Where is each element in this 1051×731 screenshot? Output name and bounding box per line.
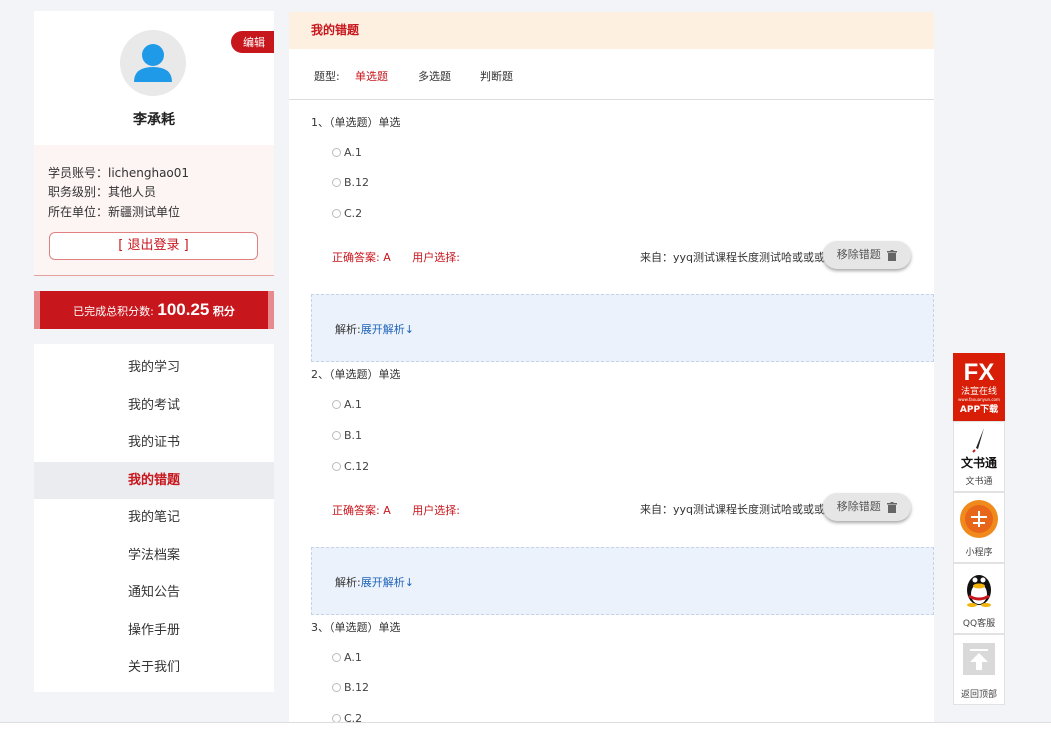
option-item[interactable]: A.1: [332, 146, 362, 159]
radio-icon[interactable]: [332, 652, 341, 662]
option-item[interactable]: B.1: [332, 429, 362, 442]
menu-item-manual[interactable]: 操作手册: [34, 612, 274, 650]
profile-card: 编辑 李承耗: [34, 11, 274, 145]
answer-row: 正确答案: A 用户选择:: [332, 249, 460, 265]
wenshu-logo: 文书通: [960, 456, 997, 470]
float-toolbar: FX 法宣在线 www.faxuanyun.com APP下载 文书通 文书通 …: [953, 353, 1005, 705]
menu-item-study[interactable]: 我的学习: [34, 349, 274, 387]
option-item[interactable]: B.12: [332, 176, 369, 189]
type-filter: 题型: 单选题 多选题 判断题: [289, 49, 934, 100]
user-icon: [134, 44, 172, 82]
filter-single[interactable]: 单选题: [355, 68, 388, 84]
arrow-up-icon: [963, 643, 995, 675]
filter-multiple[interactable]: 多选题: [418, 68, 451, 84]
option-item[interactable]: C.12: [332, 460, 369, 473]
trash-icon: [884, 500, 898, 513]
back-to-top-button[interactable]: 返回顶部: [953, 634, 1005, 705]
radio-icon[interactable]: [332, 430, 341, 440]
option-item[interactable]: A.1: [332, 398, 362, 411]
analysis-label: 解析:: [335, 576, 361, 589]
user-choice: 用户选择:: [412, 251, 460, 264]
menu-item-notice[interactable]: 通知公告: [34, 574, 274, 612]
correct-answer: 正确答案: A: [332, 251, 391, 264]
edit-button[interactable]: 编辑: [231, 31, 274, 53]
level-text: 职务级别：其他人员: [48, 185, 157, 199]
menu-item-notes[interactable]: 我的笔记: [34, 499, 274, 537]
app-download-button[interactable]: FX 法宣在线 www.faxuanyun.com APP下载: [953, 353, 1005, 421]
wenshu-button[interactable]: 文书通 文书通: [953, 421, 1005, 492]
mini-program-caption: 小程序: [965, 548, 993, 558]
menu-item-exam[interactable]: 我的考试: [34, 387, 274, 425]
qq-caption: QQ客服: [962, 619, 996, 629]
user-choice: 用户选择:: [412, 504, 460, 517]
remove-wrong-button[interactable]: 移除错题: [823, 241, 911, 269]
menu-item-about[interactable]: 关于我们: [34, 649, 274, 687]
analysis-box: 解析:展开解析↓: [311, 294, 934, 362]
radio-icon[interactable]: [332, 461, 341, 471]
expand-analysis-link[interactable]: 展开解析↓: [361, 576, 414, 589]
answer-row: 正确答案: A 用户选择:: [332, 502, 460, 518]
question-title: 1、（单选题）单选: [311, 116, 401, 129]
main-panel: 我的错题 题型: 单选题 多选题 判断题 1、（单选题）单选 A.1 B.12 …: [289, 12, 934, 730]
filter-label: 题型:: [314, 70, 340, 83]
mini-program-button[interactable]: 小程序: [953, 492, 1005, 563]
radio-icon[interactable]: [332, 177, 341, 187]
correct-answer: 正确答案: A: [332, 504, 391, 517]
pen-icon: [972, 428, 984, 453]
unit-text: 所在单位：新疆测试单位: [48, 205, 181, 219]
question-title: 2、（单选题）单选: [311, 368, 401, 381]
menu-item-wrong-questions[interactable]: 我的错题: [34, 461, 274, 499]
mini-program-icon: [960, 500, 998, 538]
app-caption: APP下载: [959, 405, 999, 415]
menu-item-law-archive[interactable]: 学法档案: [34, 537, 274, 575]
trash-icon: [884, 248, 898, 261]
radio-icon[interactable]: [332, 147, 341, 157]
avatar[interactable]: [120, 30, 186, 96]
filter-judge[interactable]: 判断题: [480, 68, 513, 84]
analysis-box: 解析:展开解析↓: [311, 547, 934, 615]
logout-button[interactable]: [ 退出登录 ]: [49, 232, 258, 260]
score-bar: 已完成总积分数: 100.25 积分: [34, 291, 274, 329]
radio-icon[interactable]: [332, 682, 341, 692]
source-text: 来自：yyq测试课程长度测试哈或或或...: [640, 251, 836, 264]
expand-analysis-link[interactable]: 展开解析↓: [361, 323, 414, 336]
page-title: 我的错题: [289, 12, 934, 49]
remove-wrong-button[interactable]: 移除错题: [823, 493, 911, 521]
option-item[interactable]: C.2: [332, 207, 362, 220]
svg-text:FX: FX: [964, 359, 995, 386]
score-suffix: 积分: [212, 305, 235, 318]
back-to-top-caption: 返回顶部: [960, 690, 997, 700]
qq-service-button[interactable]: QQ客服: [953, 563, 1005, 634]
score-value: 100.25: [157, 300, 210, 319]
account-text: 学员账号：lichenghao01: [48, 166, 190, 180]
score-prefix: 已完成总积分数:: [73, 305, 154, 318]
user-name: 李承耗: [133, 112, 175, 128]
analysis-label: 解析:: [335, 323, 361, 336]
radio-icon[interactable]: [332, 399, 341, 409]
radio-icon[interactable]: [332, 208, 341, 218]
app-brand: 法宣在线: [960, 387, 997, 397]
user-info: 学员账号：lichenghao01 职务级别：其他人员 所在单位：新疆测试单位 …: [34, 145, 274, 276]
sidebar: 编辑 李承耗 学员账号：lichenghao01 职务级别：其他人员 所在单位：…: [34, 11, 274, 692]
option-item[interactable]: B.12: [332, 681, 369, 694]
side-menu: 我的学习 我的考试 我的证书 我的错题 我的笔记 学法档案 通知公告 操作手册 …: [34, 344, 274, 692]
wenshu-caption: 文书通: [965, 477, 993, 487]
qq-penguin-icon: [967, 575, 991, 607]
question-title: 3、（单选题）单选: [311, 621, 401, 634]
source-text: 来自：yyq测试课程长度测试哈或或或...: [640, 503, 836, 516]
option-item[interactable]: A.1: [332, 651, 362, 664]
menu-item-certificate[interactable]: 我的证书: [34, 424, 274, 462]
fx-logo-icon: FX: [964, 359, 995, 386]
